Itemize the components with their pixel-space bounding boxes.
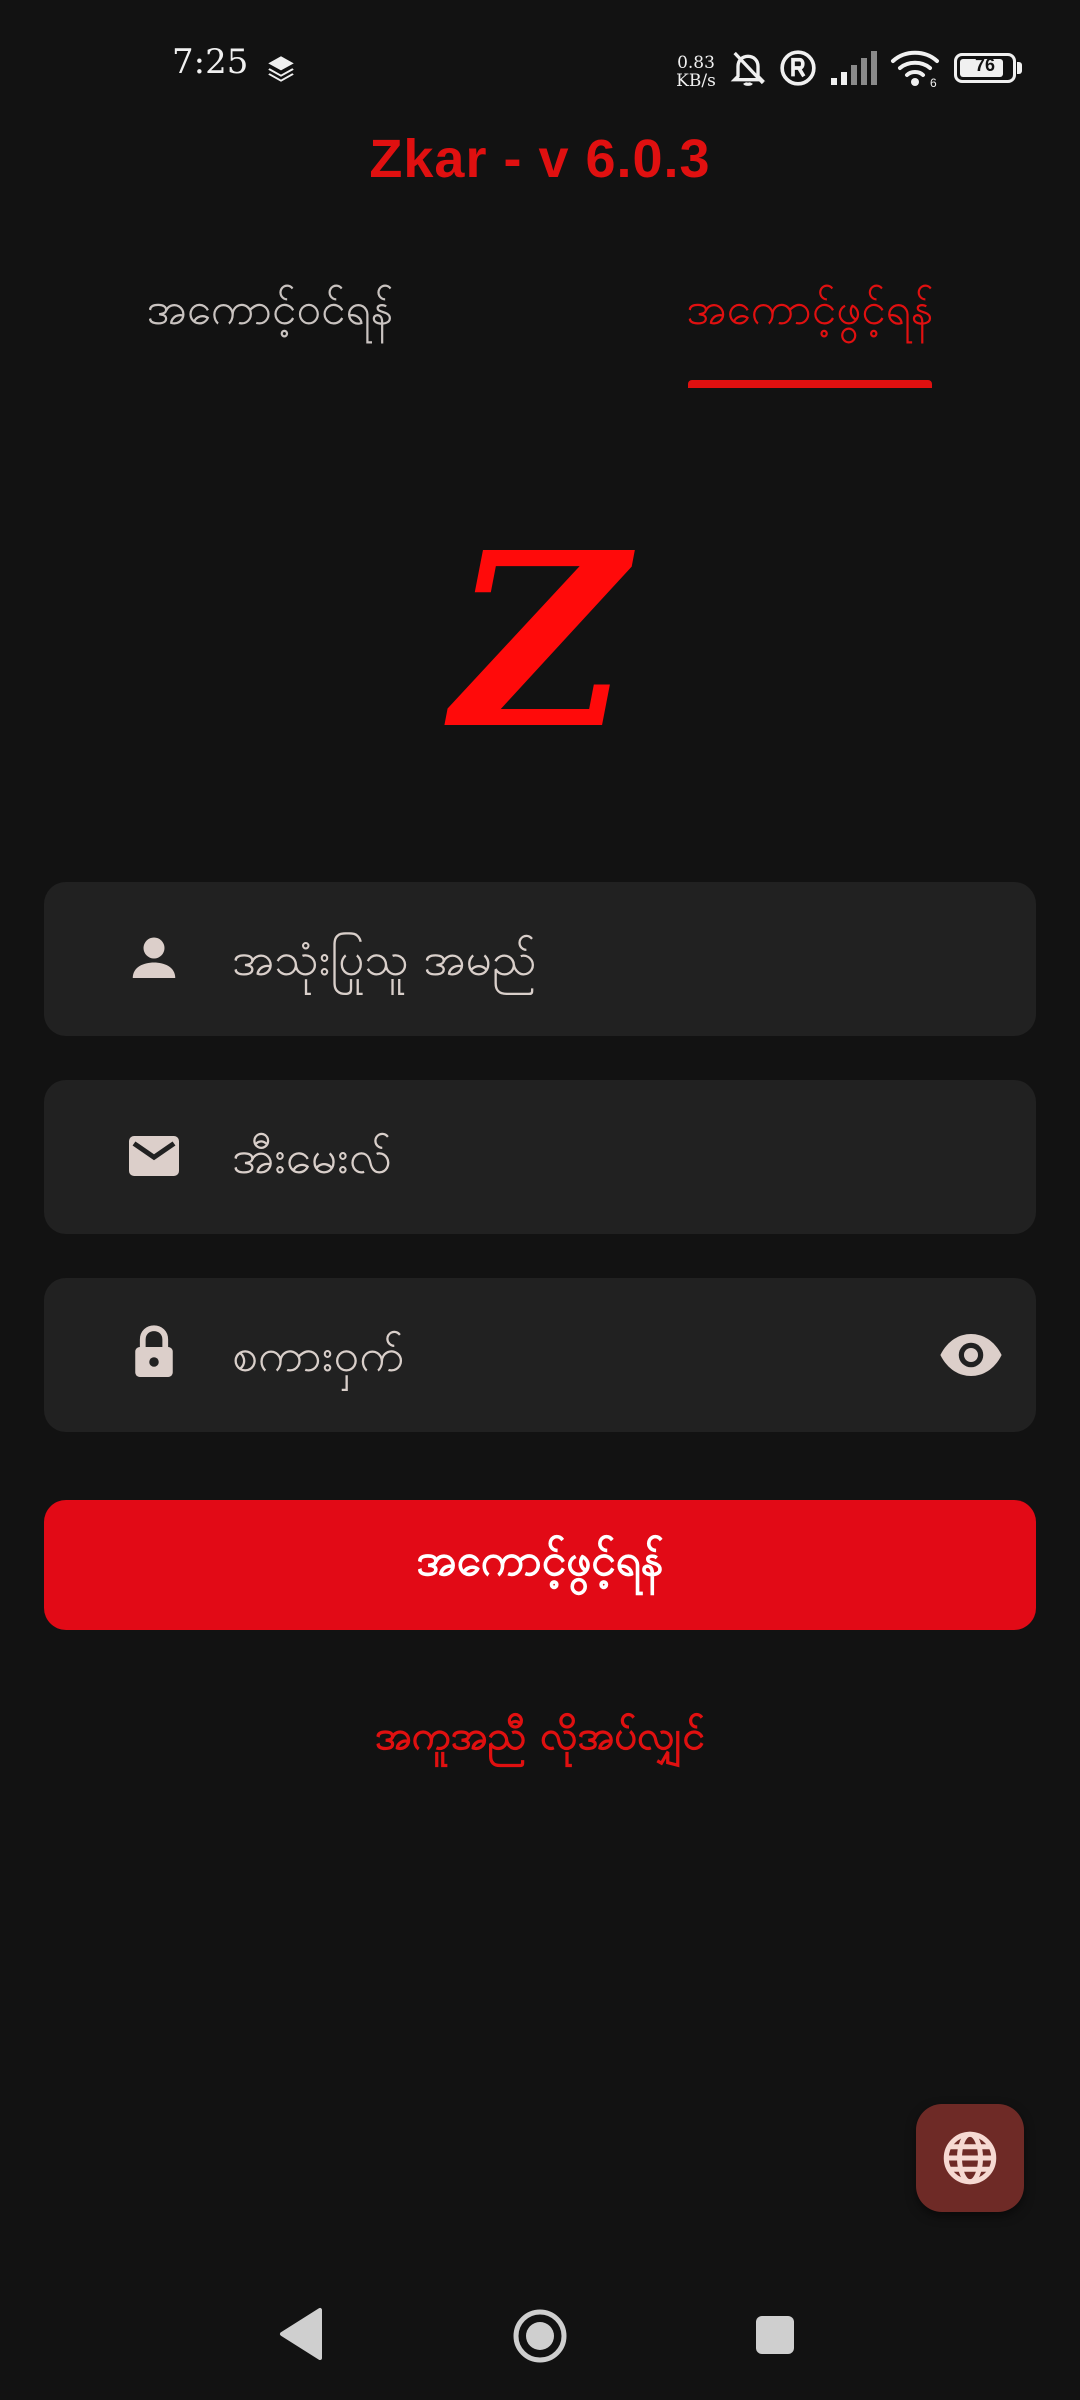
status-bar: 7:25 0.83 KB/s 6 76 [0, 0, 1080, 130]
network-speed: 0.83 KB/s [672, 54, 720, 90]
globe-icon [943, 2131, 997, 2185]
app-logo: Z [444, 520, 635, 740]
help-link[interactable]: အကူအညီ လိုအပ်လျှင် [0, 1710, 1080, 1769]
password-input[interactable] [232, 1278, 932, 1432]
status-time: 7:25 [172, 42, 249, 82]
back-icon[interactable] [276, 2306, 326, 2362]
username-field[interactable] [44, 882, 1036, 1036]
logo-letter: Z [444, 520, 635, 740]
lock-icon [135, 1325, 173, 1377]
recents-icon[interactable] [754, 2314, 796, 2356]
register-button[interactable]: အကောင့်ဖွင့်ရန် [44, 1500, 1036, 1630]
username-input[interactable] [232, 882, 932, 1036]
tab-register[interactable]: အကောင့်ဖွင့်ရန် [670, 282, 950, 392]
person-icon [132, 937, 176, 978]
password-field[interactable] [44, 1278, 1036, 1432]
svg-text:6: 6 [930, 76, 937, 88]
active-tab-indicator [688, 380, 932, 388]
network-speed-unit: KB/s [676, 71, 716, 91]
registered-icon [780, 50, 816, 86]
email-icon [129, 1136, 179, 1176]
battery-cap [1017, 62, 1022, 74]
wifi-icon: 6 [891, 50, 939, 88]
visibility-toggle-icon[interactable] [936, 1320, 1006, 1390]
app-title: Zkar - v 6.0.3 [369, 129, 711, 189]
email-input[interactable] [232, 1080, 932, 1234]
signal-icon [831, 51, 877, 85]
battery-level: 76 [974, 55, 996, 75]
email-field[interactable] [44, 1080, 1036, 1234]
network-speed-value: 0.83 [677, 53, 715, 73]
bell-off-icon [730, 51, 766, 86]
layers-icon [268, 56, 294, 82]
home-icon[interactable] [510, 2306, 570, 2366]
battery-icon: 76 [954, 53, 1016, 83]
language-button[interactable] [916, 2104, 1024, 2212]
tab-login[interactable]: အကောင့်ဝင်ရန် [120, 282, 420, 392]
